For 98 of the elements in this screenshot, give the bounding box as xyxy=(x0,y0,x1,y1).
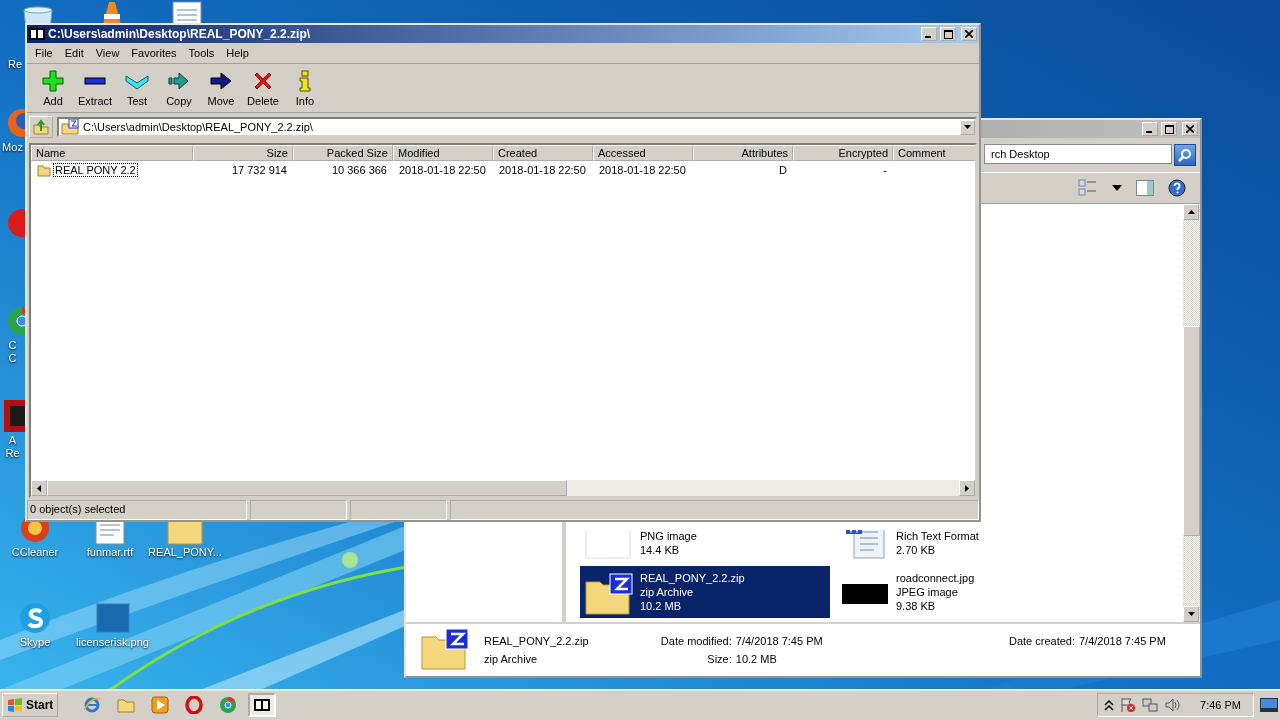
toolbar-button[interactable]: Test xyxy=(117,67,157,109)
zip-folder-icon xyxy=(584,572,634,616)
detail-label: Size: xyxy=(707,653,732,665)
status-text: 0 object(s) selected xyxy=(30,503,126,515)
column-header[interactable]: Attributes xyxy=(693,145,793,161)
table-cell: - xyxy=(883,164,887,176)
desktop-icon-label[interactable]: C xyxy=(8,352,17,365)
toolbar-button[interactable]: Copy xyxy=(159,67,199,109)
dropdown-icon[interactable] xyxy=(964,125,971,129)
up-folder-button[interactable] xyxy=(29,116,53,138)
menu-item[interactable]: Favorites xyxy=(125,47,183,59)
network-icon[interactable] xyxy=(1142,697,1159,713)
close-icon xyxy=(1186,125,1194,133)
desktop-icon-label[interactable]: Moz xyxy=(2,141,23,154)
arrow-icon xyxy=(167,69,191,93)
preview-pane-icon[interactable] xyxy=(1136,180,1154,196)
column-header[interactable]: Packed Size xyxy=(293,145,393,161)
flag-icon[interactable] xyxy=(1120,697,1137,713)
horizontal-scrollbar[interactable] xyxy=(31,480,975,496)
detail-label: Date modified: xyxy=(660,635,732,647)
taskbar-app-button[interactable] xyxy=(248,693,277,717)
table-cell: 2018-01-18 22:50 xyxy=(499,164,586,176)
table-cell: D xyxy=(779,164,787,176)
file-name[interactable]: REAL PONY 2.2 xyxy=(54,164,137,176)
window-title: C:\Users\admin\Desktop\REAL_PONY_2.2.zip\ xyxy=(48,27,312,41)
toolbar-button[interactable]: Add xyxy=(33,67,73,109)
maximize-button[interactable] xyxy=(1161,122,1177,136)
browser-icon xyxy=(83,696,102,714)
column-header[interactable]: Size xyxy=(193,145,293,161)
image-thumbnail-icon xyxy=(584,530,634,560)
start-button[interactable]: Start xyxy=(2,693,59,717)
caret-icon[interactable] xyxy=(1112,185,1122,191)
detail-value: 7/4/2018 7:45 PM xyxy=(1079,635,1166,647)
vertical-scrollbar[interactable] xyxy=(1183,204,1200,622)
file-tile[interactable]: PNG image 14.4 KB xyxy=(580,524,830,562)
search-icon xyxy=(1178,148,1192,162)
folder-up-icon xyxy=(33,119,49,135)
toolbar-button[interactable]: Move xyxy=(201,67,241,109)
zip-folder-icon xyxy=(420,627,470,671)
minimize-button[interactable] xyxy=(1142,122,1158,136)
scroll-left-icon[interactable] xyxy=(37,484,41,492)
menu-item[interactable]: View xyxy=(89,47,126,59)
maximize-button[interactable] xyxy=(940,27,956,41)
clock: 7:46 PM xyxy=(1200,699,1241,711)
minimize-button[interactable] xyxy=(921,27,937,41)
search-button[interactable] xyxy=(1174,144,1196,166)
toolbar-button[interactable]: Delete xyxy=(243,67,283,109)
table-cell: 2018-01-18 22:50 xyxy=(599,164,686,176)
scroll-up-icon[interactable] xyxy=(1187,210,1195,214)
menu-item[interactable]: Tools xyxy=(182,47,221,59)
close-button[interactable] xyxy=(961,27,977,41)
maximize-icon xyxy=(1164,124,1174,134)
table-cell: 17 732 914 xyxy=(231,164,287,176)
opera-icon xyxy=(185,696,204,714)
file-name: REAL_PONY_2.2.zip xyxy=(484,635,589,647)
windows-logo-icon xyxy=(7,698,23,712)
maximize-icon xyxy=(943,29,953,39)
column-header[interactable]: Encrypted xyxy=(793,145,893,161)
toolbar-button[interactable]: Info xyxy=(285,67,325,109)
close-button[interactable] xyxy=(1182,122,1198,136)
table-cell: 2018-01-18 22:50 xyxy=(399,164,486,176)
column-header[interactable]: Comment xyxy=(893,145,975,161)
close-icon xyxy=(965,30,973,38)
address-field[interactable]: C:\Users\admin\Desktop\REAL_PONY_2.2.zip\ xyxy=(57,117,977,137)
app-icon xyxy=(29,28,45,40)
document-icon xyxy=(171,0,205,23)
plus-icon xyxy=(41,69,65,93)
column-header[interactable]: Modified xyxy=(393,145,493,161)
file-tile[interactable]: REAL_PONY_2.2.zip zip Archive 10.2 MB xyxy=(580,566,830,618)
desktop-icon-label[interactable]: C xyxy=(8,339,17,352)
zip-folder-icon xyxy=(61,119,79,135)
detail-value: 7/4/2018 7:45 PM xyxy=(735,635,823,647)
file-type: zip Archive xyxy=(484,653,538,665)
archiver-icon xyxy=(253,696,272,714)
column-header[interactable]: Created xyxy=(493,145,593,161)
search-field[interactable]: rch Desktop xyxy=(984,144,1172,164)
scroll-down-icon[interactable] xyxy=(1187,612,1195,616)
help-icon[interactable] xyxy=(1168,179,1186,197)
arrow-icon xyxy=(209,69,233,93)
column-header[interactable]: Name xyxy=(31,145,193,161)
scroll-right-icon[interactable] xyxy=(965,484,969,492)
folder-icon xyxy=(37,163,51,177)
detail-label: Date created: xyxy=(1008,635,1075,647)
show-desktop-icon[interactable] xyxy=(1260,698,1278,712)
folder-icon xyxy=(117,696,136,714)
browser-icon xyxy=(219,696,238,714)
desktop-icon-label[interactable]: Re xyxy=(8,58,23,71)
toolbar-button[interactable]: Extract xyxy=(75,67,115,109)
column-header[interactable]: Accessed xyxy=(593,145,693,161)
menu-item[interactable]: Help xyxy=(220,47,255,59)
table-cell: 10 366 366 xyxy=(331,164,387,176)
file-tile[interactable]: roadconnect.jpg JPEG image 9.38 KB xyxy=(836,566,1086,618)
menu-item[interactable]: File xyxy=(29,47,59,59)
chevron-up-icon[interactable] xyxy=(1104,699,1115,711)
menu-item[interactable]: Edit xyxy=(58,47,90,59)
detail-value: 10.2 MB xyxy=(735,653,777,665)
speaker-icon[interactable] xyxy=(1164,697,1181,713)
media-player-icon xyxy=(151,696,170,714)
